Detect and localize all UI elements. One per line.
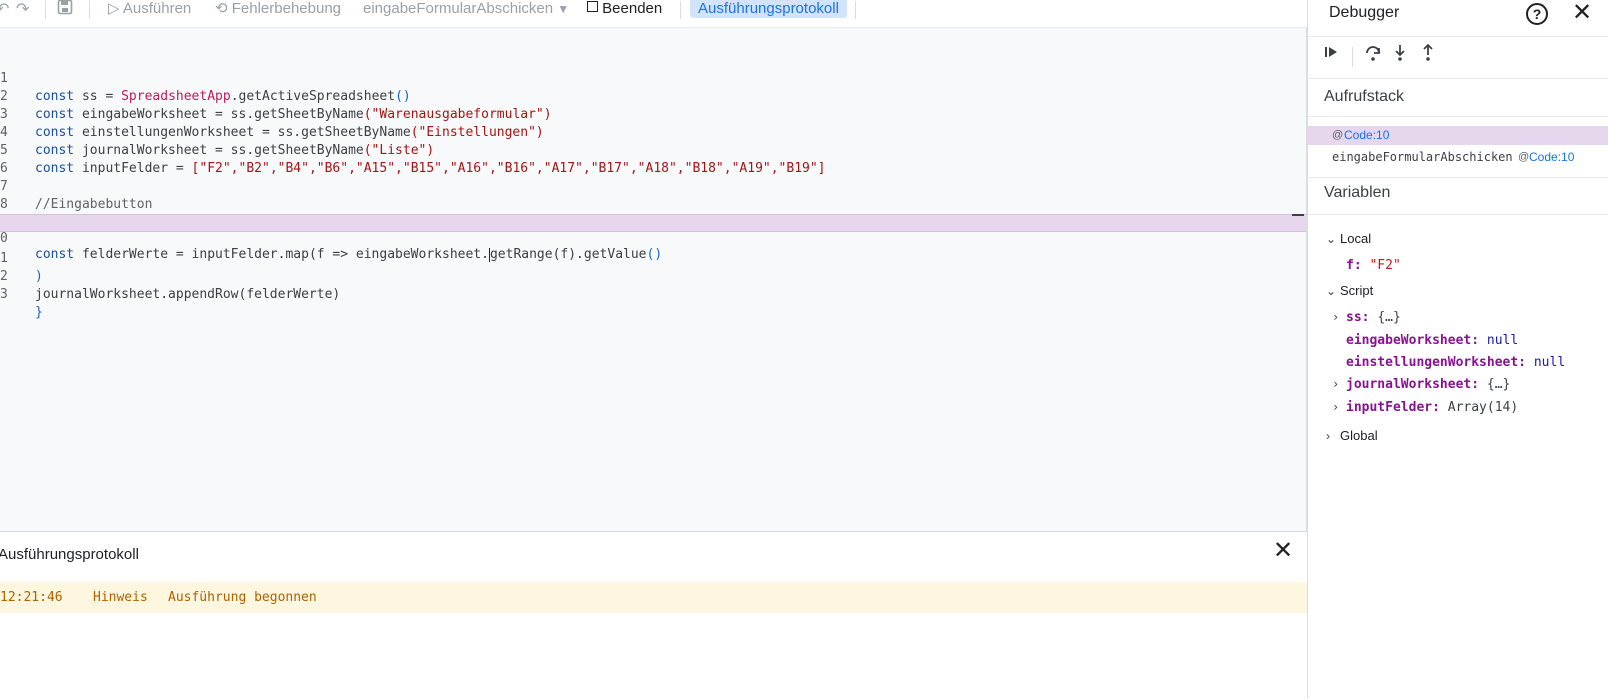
scrollbar-marker[interactable] bbox=[1292, 214, 1304, 216]
run-button[interactable]: ▷ Ausführen bbox=[108, 0, 191, 20]
section-divider bbox=[1308, 214, 1608, 215]
chevron-right-icon: › bbox=[1332, 377, 1340, 391]
code-link[interactable]: Code:10 bbox=[1529, 148, 1574, 167]
function-select[interactable]: eingabeFormularAbschicken ▼ bbox=[363, 0, 569, 20]
variables-title: Variablen bbox=[1324, 184, 1391, 201]
callstack-title: Aufrufstack bbox=[1324, 88, 1405, 105]
toolbar-divider bbox=[45, 1, 46, 19]
help-icon[interactable]: ? bbox=[1526, 3, 1548, 25]
chevron-right-icon: › bbox=[1332, 310, 1340, 324]
close-icon[interactable]: ✕ bbox=[1272, 539, 1294, 563]
debugger-title: Debugger bbox=[1329, 4, 1400, 21]
line-number: 3 bbox=[0, 287, 8, 302]
callstack-frame[interactable]: eingabeFormularAbschicken @ Code:10 bbox=[1308, 148, 1608, 167]
code-editor[interactable]: 1 const ss = SpreadsheetApp.getActiveSpr… bbox=[0, 28, 1307, 531]
step-out-icon[interactable] bbox=[1420, 43, 1436, 67]
variable-row[interactable]: › journalWorksheet: {…} bbox=[1332, 377, 1510, 392]
step-into-icon[interactable] bbox=[1392, 44, 1408, 67]
resume-icon[interactable] bbox=[1324, 44, 1340, 65]
current-execution-line: 0 const felderWerte = inputFelder.map(f … bbox=[0, 214, 1306, 262]
variable-row[interactable]: › inputFelder: Array(14) bbox=[1332, 400, 1518, 415]
code-line: 4 const journalWorksheet = ss.getSheetBy… bbox=[0, 125, 435, 158]
step-over-icon[interactable] bbox=[1364, 44, 1382, 67]
code-line: 2 const eingabeWorksheet = ss.getSheetBy… bbox=[0, 89, 552, 122]
undo-icon[interactable]: ↶ bbox=[0, 0, 9, 19]
code-line: 6 bbox=[0, 142, 1306, 176]
code-link[interactable]: Code:10 bbox=[1344, 126, 1389, 145]
code-line: 3 const einstellungenWorksheet = ss.getS… bbox=[0, 107, 544, 140]
log-title: Ausführungsprotokoll bbox=[0, 546, 139, 563]
save-icon[interactable] bbox=[57, 0, 73, 20]
scope-global[interactable]: › Global bbox=[1326, 428, 1378, 443]
chevron-down-icon: ⌄ bbox=[1326, 284, 1337, 298]
redo-icon[interactable]: ↷ bbox=[16, 0, 29, 19]
log-time: 12:21:46 bbox=[0, 590, 63, 605]
callstack-frame[interactable]: @ Code:10 bbox=[1308, 126, 1608, 145]
debug-icon: ⟲ bbox=[215, 0, 228, 17]
code-line: 2 journalWorksheet.appendRow(felderWerte… bbox=[0, 269, 341, 302]
variable-row: eingabeWorksheet: null bbox=[1346, 333, 1519, 348]
execution-log-panel: Ausführungsprotokoll ✕ 12:21:46 Hinweis … bbox=[0, 531, 1307, 699]
log-row: 12:21:46 Hinweis Ausführung begonnen bbox=[0, 582, 1307, 613]
caret-down-icon: ▼ bbox=[557, 2, 570, 16]
controls-divider bbox=[1352, 47, 1353, 67]
chevron-right-icon: › bbox=[1332, 400, 1340, 414]
code-line: 1 const ss = SpreadsheetApp.getActiveSpr… bbox=[0, 71, 411, 104]
chevron-down-icon: ⌄ bbox=[1326, 232, 1337, 246]
toolbar: ↶ ↷ ▷ Ausführen ⟲ Fehlerbehebung eingabe… bbox=[0, 0, 1307, 28]
code-line: 1 ) bbox=[0, 251, 43, 284]
scope-local[interactable]: ⌄ Local bbox=[1326, 231, 1371, 246]
debugger-controls bbox=[1308, 36, 1608, 79]
code-line: 7 //Eingabebutton bbox=[0, 179, 153, 212]
debugger-panel: Debugger ? ✕ Aufrufstack @ Code:10 einga… bbox=[1307, 0, 1608, 698]
section-divider bbox=[1308, 116, 1608, 117]
debug-button[interactable]: ⟲ Fehlerbehebung bbox=[215, 0, 341, 20]
variable-row[interactable]: › ss: {…} bbox=[1332, 310, 1401, 325]
stop-button[interactable]: Beenden bbox=[587, 0, 662, 20]
scope-script[interactable]: ⌄ Script bbox=[1326, 283, 1373, 298]
log-message: Ausführung begonnen bbox=[168, 590, 317, 605]
toolbar-divider bbox=[855, 1, 856, 19]
stop-icon bbox=[587, 1, 598, 12]
code-line: 8 function eingabeFormularAbschicken(){ bbox=[0, 178, 1306, 230]
close-icon[interactable]: ✕ bbox=[1572, 0, 1592, 26]
execution-log-button[interactable]: Ausführungsprotokoll bbox=[690, 0, 847, 18]
section-divider bbox=[1308, 177, 1608, 178]
variable-row: f: "F2" bbox=[1346, 258, 1401, 273]
code-line: 5 const inputFelder = ["F2","B2","B4","B… bbox=[0, 143, 826, 176]
toolbar-divider bbox=[89, 1, 90, 19]
toolbar-divider bbox=[680, 1, 681, 19]
log-level: Hinweis bbox=[93, 590, 148, 605]
variable-row: einstellungenWorksheet: null bbox=[1346, 355, 1566, 370]
code-line: 9 bbox=[0, 196, 1306, 230]
chevron-right-icon: › bbox=[1326, 429, 1330, 443]
frame-fn: eingabeFormularAbschicken bbox=[1332, 150, 1513, 164]
code-line: 3 } bbox=[0, 287, 43, 320]
play-icon: ▷ bbox=[108, 0, 120, 17]
